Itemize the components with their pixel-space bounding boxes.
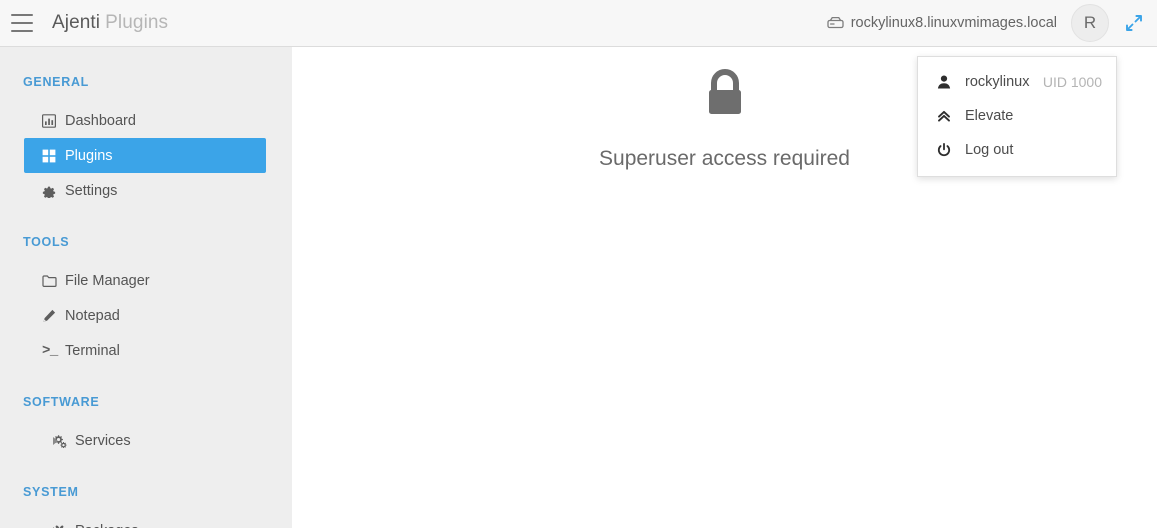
expand-arrows-icon[interactable] <box>1123 12 1145 34</box>
terminal-icon: >_ <box>42 342 58 359</box>
sidebar-item-notepad[interactable]: Notepad <box>24 298 266 333</box>
folder-icon <box>42 274 65 287</box>
brand-name: Ajenti <box>52 12 101 33</box>
sidebar-item-packages[interactable]: Packages <box>24 513 266 528</box>
hamburger-icon[interactable] <box>11 14 35 32</box>
user-menu-item-logout[interactable]: Log out <box>918 133 1116 167</box>
hostname-indicator[interactable]: rockylinux8.linuxvmimages.local <box>827 15 1057 31</box>
sidebar-item-plugins[interactable]: Plugins <box>24 138 266 173</box>
user-menu-item-account[interactable]: rockylinux UID 1000 <box>918 65 1116 99</box>
sidebar-item-settings[interactable]: Settings <box>24 173 266 208</box>
sidebar-section-system: SYSTEM <box>23 485 79 499</box>
user-menu-item-elevate[interactable]: Elevate <box>918 99 1116 133</box>
sidebar-section-software: SOFTWARE <box>23 395 100 409</box>
header-right-group: rockylinux8.linuxvmimages.local R <box>827 4 1157 42</box>
sidebar-section-general: GENERAL <box>23 75 90 89</box>
sidebar-item-label-dashboard: Dashboard <box>65 112 136 129</box>
sidebar-item-label-services: Services <box>75 432 131 449</box>
brand-subtitle: Plugins <box>105 12 169 33</box>
grid-icon <box>42 149 65 163</box>
top-header: Ajenti Plugins rockylinux8.linuxvmimages.… <box>0 0 1157 47</box>
chevron-right-icon[interactable] <box>53 436 58 445</box>
user-menu-dropdown: rockylinux UID 1000 Elevate Log out <box>917 56 1117 177</box>
sidebar-item-label-file-manager: File Manager <box>65 272 150 289</box>
sidebar-section-tools: TOOLS <box>23 235 70 249</box>
hostname-label: rockylinux8.linuxvmimages.local <box>850 15 1057 31</box>
user-icon <box>937 75 957 89</box>
server-icon <box>827 16 844 31</box>
user-menu-label-logout: Log out <box>965 142 1014 158</box>
angle-double-up-icon <box>937 109 957 123</box>
sidebar-item-label-terminal: Terminal <box>65 342 120 359</box>
lock-icon <box>703 69 747 124</box>
superuser-required-message: Superuser access required <box>599 147 850 170</box>
sidebar-item-dashboard[interactable]: Dashboard <box>24 103 266 138</box>
power-icon <box>937 143 957 157</box>
sidebar-item-terminal[interactable]: >_ Terminal <box>24 333 266 368</box>
page-title: Ajenti Plugins <box>52 12 168 34</box>
avatar-initial: R <box>1083 13 1097 32</box>
gear-icon <box>42 184 65 198</box>
pencil-icon <box>42 309 65 323</box>
avatar[interactable]: R <box>1071 4 1109 42</box>
user-menu-label-account: rockylinux <box>965 74 1030 90</box>
user-menu-label-elevate: Elevate <box>965 108 1014 124</box>
sidebar-item-label-notepad: Notepad <box>65 307 120 324</box>
user-uid-label: UID 1000 <box>1042 74 1102 90</box>
sidebar-item-label-plugins: Plugins <box>65 147 113 164</box>
sidebar-item-label-settings: Settings <box>65 182 118 199</box>
sidebar: GENERAL Dashboard Plugins Settings TOOLS… <box>0 47 292 528</box>
sidebar-item-services[interactable]: Services <box>24 423 266 458</box>
bar-chart-icon <box>42 113 65 128</box>
sidebar-item-file-manager[interactable]: File Manager <box>24 263 266 298</box>
sidebar-item-label-packages: Packages <box>75 523 139 528</box>
